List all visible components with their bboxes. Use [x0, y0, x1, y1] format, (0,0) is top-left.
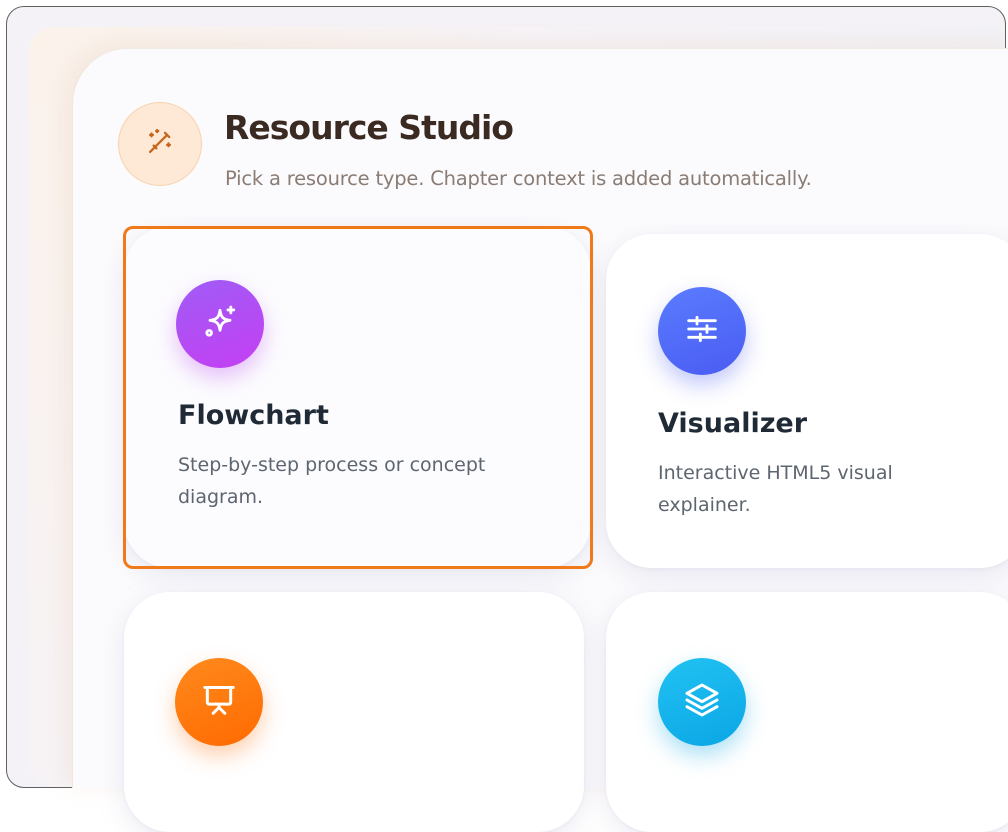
- page-title: Resource Studio: [224, 108, 514, 147]
- header-badge: [118, 102, 202, 186]
- sparkles-icon: [200, 302, 240, 347]
- sliders-icon: [682, 309, 722, 354]
- layers-icon-badge: [658, 658, 746, 746]
- visualizer-description: Interactive HTML5 visual explainer.: [658, 462, 893, 516]
- flowchart-card[interactable]: [124, 226, 591, 568]
- visualizer-title: Visualizer: [658, 408, 808, 439]
- magic-wand-icon: [143, 125, 177, 164]
- flowchart-title: Flowchart: [178, 400, 329, 431]
- presentation-icon-badge: [175, 658, 263, 746]
- layers-icon: [682, 680, 722, 725]
- flowchart-description: Step-by-step process or concept diagram.: [178, 454, 486, 508]
- presentation-icon: [199, 680, 239, 725]
- flowchart-icon-badge: [176, 280, 264, 368]
- page-subtitle: Pick a resource type. Chapter context is…: [225, 167, 812, 190]
- visualizer-icon-badge: [658, 287, 746, 375]
